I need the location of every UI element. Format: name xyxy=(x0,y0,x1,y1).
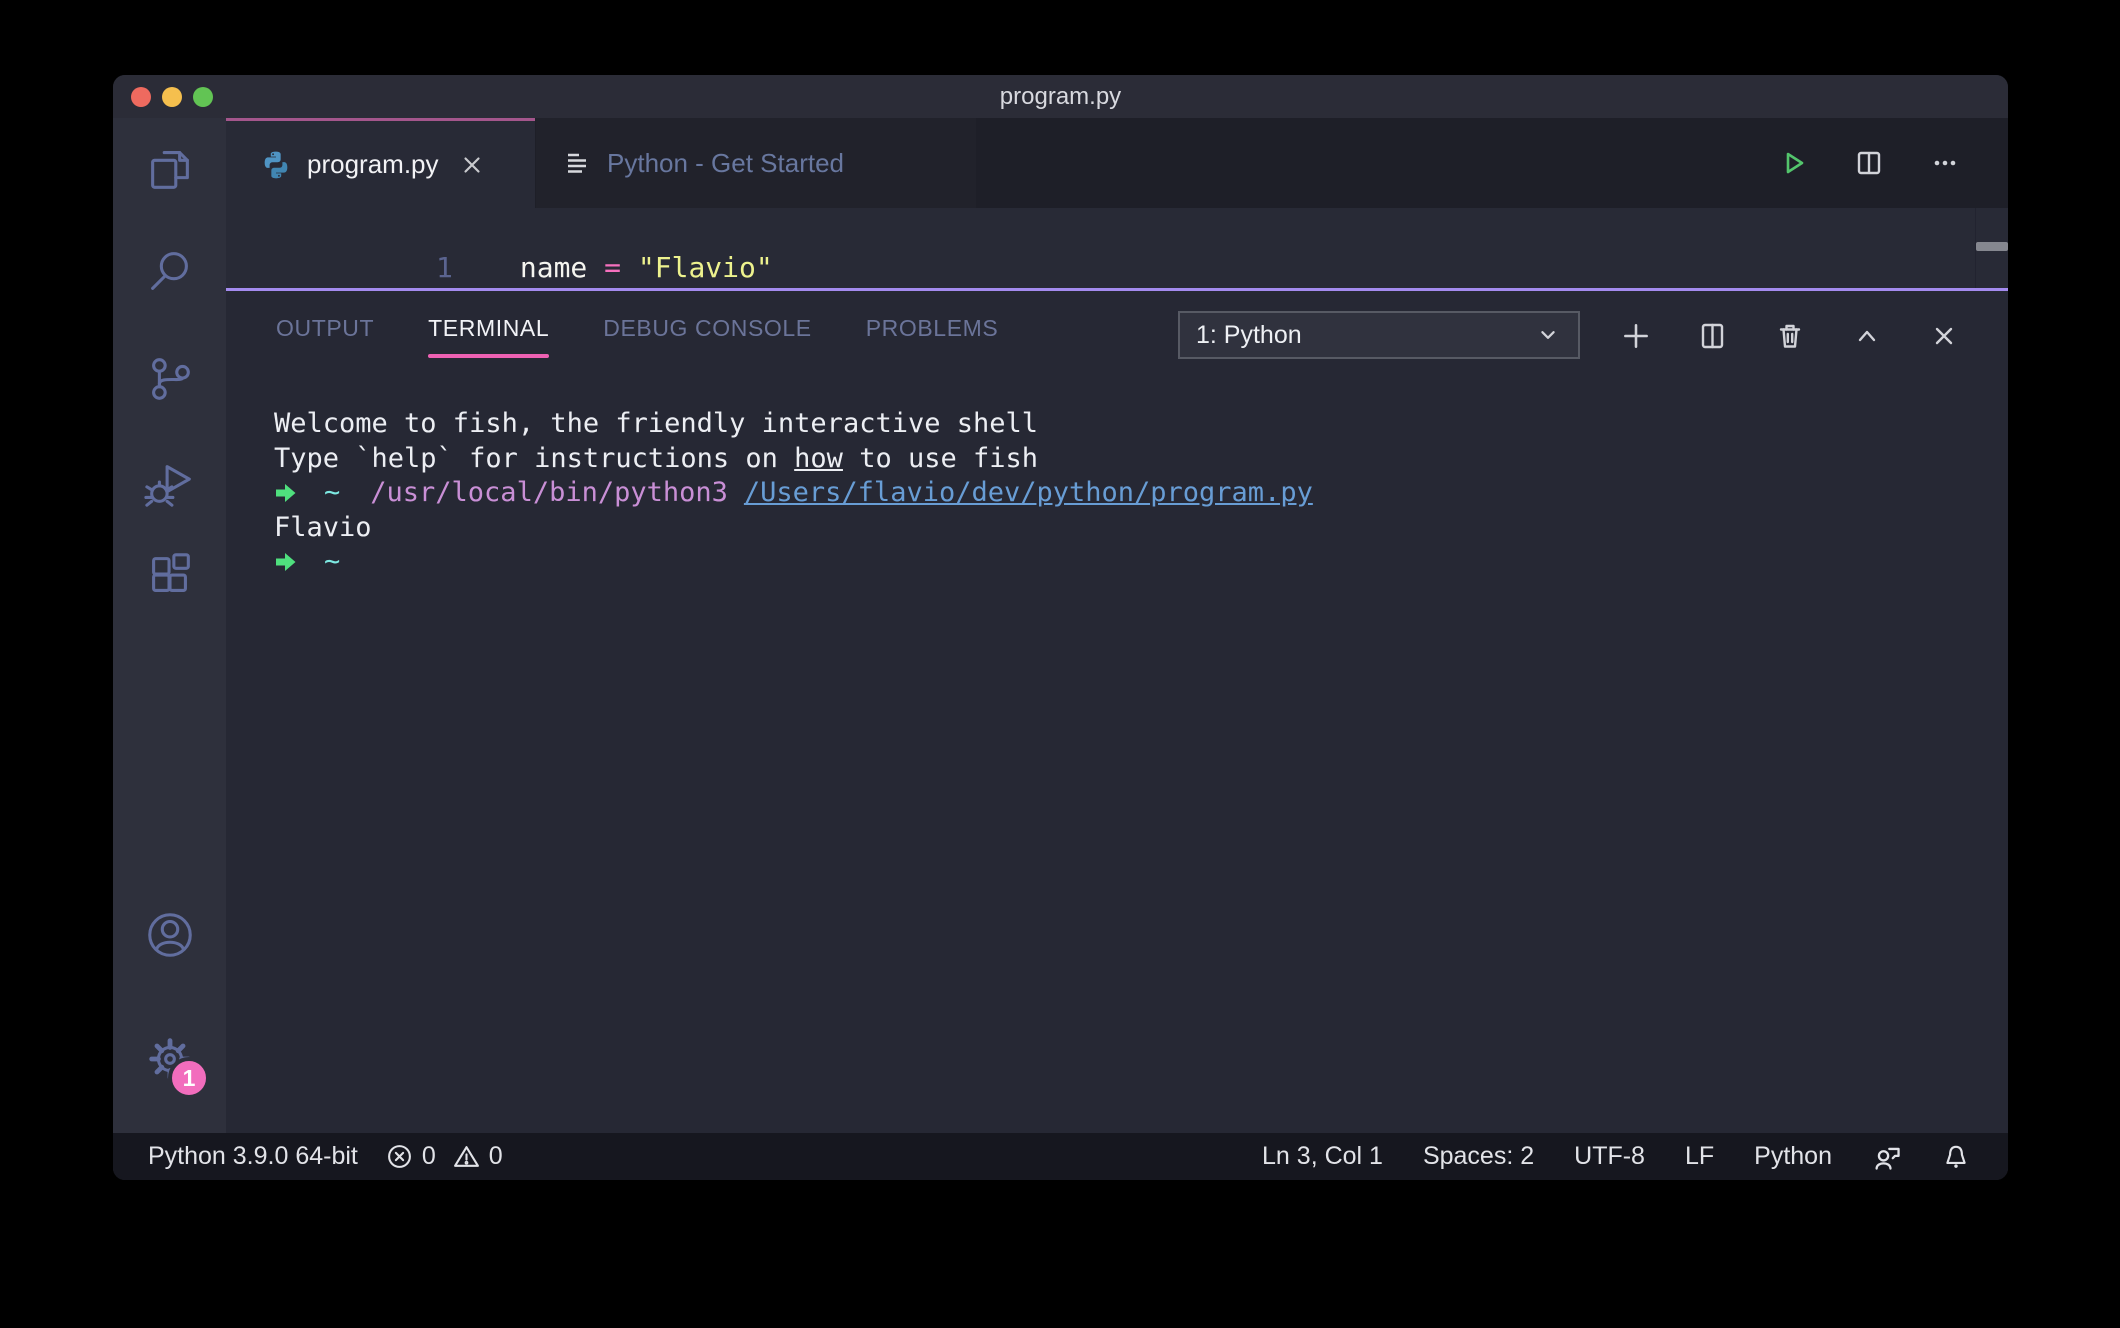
activity-settings[interactable]: 1 xyxy=(142,1031,198,1087)
desktop: program.py xyxy=(0,0,2120,1328)
code-line: 1name = "Flavio" xyxy=(226,208,2008,248)
token-operator: = xyxy=(587,251,638,284)
run-file-button[interactable] xyxy=(1778,148,1808,178)
status-language-mode[interactable]: Python xyxy=(1754,1142,1832,1171)
status-cursor-position[interactable]: Ln 3, Col 1 xyxy=(1262,1142,1383,1171)
feedback-icon xyxy=(1872,1142,1902,1172)
activity-run-debug[interactable] xyxy=(142,455,198,511)
trash-icon xyxy=(1775,321,1805,351)
split-editor-icon xyxy=(1854,148,1884,178)
token-string: "Flavio" xyxy=(638,251,773,284)
terminal-output[interactable]: Welcome to fish, the friendly interactiv… xyxy=(274,407,1313,580)
status-notifications[interactable] xyxy=(1942,1143,1970,1171)
files-icon xyxy=(143,141,197,195)
run-icon xyxy=(1778,148,1808,178)
split-terminal-icon xyxy=(1698,321,1728,351)
panel-tab-output[interactable]: OUTPUT xyxy=(276,315,374,358)
editor-actions xyxy=(1778,118,1960,208)
split-terminal-button[interactable] xyxy=(1697,320,1729,352)
settings-badge: 1 xyxy=(168,1057,210,1099)
terminal-text: Welcome to fish, the friendly interactiv… xyxy=(274,407,1038,442)
run-debug-icon xyxy=(143,456,197,510)
window-title: program.py xyxy=(113,75,2008,118)
scrollbar-thumb[interactable] xyxy=(1976,242,2008,251)
panel-tabs: OUTPUT TERMINAL DEBUG CONSOLE PROBLEMS xyxy=(276,315,998,358)
plus-icon xyxy=(1620,320,1652,352)
vscode-window: program.py xyxy=(113,75,2008,1180)
maximize-panel-button[interactable] xyxy=(1851,320,1883,352)
terminal-text: Type `help` for instructions on xyxy=(274,442,794,477)
tab-python-get-started[interactable]: Python - Get Started xyxy=(536,118,976,208)
status-eol[interactable]: LF xyxy=(1685,1142,1714,1171)
terminal-command: /usr/local/bin/python3 xyxy=(370,476,728,511)
panel-tab-terminal[interactable]: TERMINAL xyxy=(428,315,549,358)
prompt-arrow-icon xyxy=(274,550,298,574)
warning-count: 0 xyxy=(489,1142,503,1171)
tab-bar: program.py Python - Get Started xyxy=(226,118,2008,208)
split-editor-button[interactable] xyxy=(1854,148,1884,178)
panel-tab-debug-console[interactable]: DEBUG CONSOLE xyxy=(603,315,811,358)
terminal-text-underlined: how xyxy=(794,442,843,477)
terminal-picker[interactable]: 1: Python xyxy=(1178,311,1580,359)
close-tab-button[interactable] xyxy=(459,152,485,178)
status-python-version[interactable]: Python 3.9.0 64-bit xyxy=(148,1142,358,1171)
account-icon xyxy=(143,908,197,962)
kill-terminal-button[interactable] xyxy=(1774,320,1806,352)
status-encoding[interactable]: UTF-8 xyxy=(1574,1142,1645,1171)
warning-icon xyxy=(453,1143,480,1170)
terminal-picker-value: 1: Python xyxy=(1196,321,1534,350)
line-number: 1 xyxy=(361,248,453,288)
prompt-path: ~ xyxy=(324,476,340,511)
bottom-panel: OUTPUT TERMINAL DEBUG CONSOLE PROBLEMS 1… xyxy=(226,288,2008,1133)
new-terminal-button[interactable] xyxy=(1620,320,1652,352)
status-indentation[interactable]: Spaces: 2 xyxy=(1423,1142,1534,1171)
more-icon xyxy=(1930,148,1960,178)
error-icon xyxy=(386,1143,413,1170)
activity-search[interactable] xyxy=(142,243,198,299)
titlebar: program.py xyxy=(113,75,2008,118)
status-problems[interactable]: 0 0 xyxy=(386,1142,503,1171)
activity-extensions[interactable] xyxy=(142,548,198,604)
terminal-file-link[interactable]: /Users/flavio/dev/python/program.py xyxy=(744,476,1313,511)
activity-account[interactable] xyxy=(142,907,198,963)
prompt-arrow-icon xyxy=(274,481,298,505)
close-icon xyxy=(459,152,485,178)
more-actions-button[interactable] xyxy=(1930,148,1960,178)
activity-explorer[interactable] xyxy=(142,140,198,196)
panel-tab-problems[interactable]: PROBLEMS xyxy=(866,315,999,358)
bell-icon xyxy=(1942,1143,1970,1171)
activity-bar: 1 xyxy=(113,118,226,1133)
tab-label: Python - Get Started xyxy=(607,148,844,179)
chevron-down-icon xyxy=(1534,321,1562,349)
code-editor[interactable]: 1name = "Flavio" 2print(name) xyxy=(226,208,2008,288)
source-control-icon xyxy=(143,352,197,406)
tab-label: program.py xyxy=(307,149,439,180)
close-icon xyxy=(1929,321,1959,351)
python-icon xyxy=(260,149,292,181)
error-count: 0 xyxy=(422,1142,436,1171)
activity-source-control[interactable] xyxy=(142,351,198,407)
prompt-path: ~ xyxy=(324,545,340,580)
terminal-text: to use fish xyxy=(843,442,1038,477)
token-variable: name xyxy=(520,251,587,284)
list-icon xyxy=(562,148,592,178)
status-bar: Python 3.9.0 64-bit 0 0 Ln 3, Col 1 Spac… xyxy=(113,1133,2008,1180)
status-feedback[interactable] xyxy=(1872,1142,1902,1172)
close-panel-button[interactable] xyxy=(1928,320,1960,352)
chevron-up-icon xyxy=(1852,321,1882,351)
extensions-icon xyxy=(143,549,197,603)
search-icon xyxy=(143,244,197,298)
tab-program-py[interactable]: program.py xyxy=(226,118,535,208)
terminal-output-text: Flavio xyxy=(274,511,372,546)
